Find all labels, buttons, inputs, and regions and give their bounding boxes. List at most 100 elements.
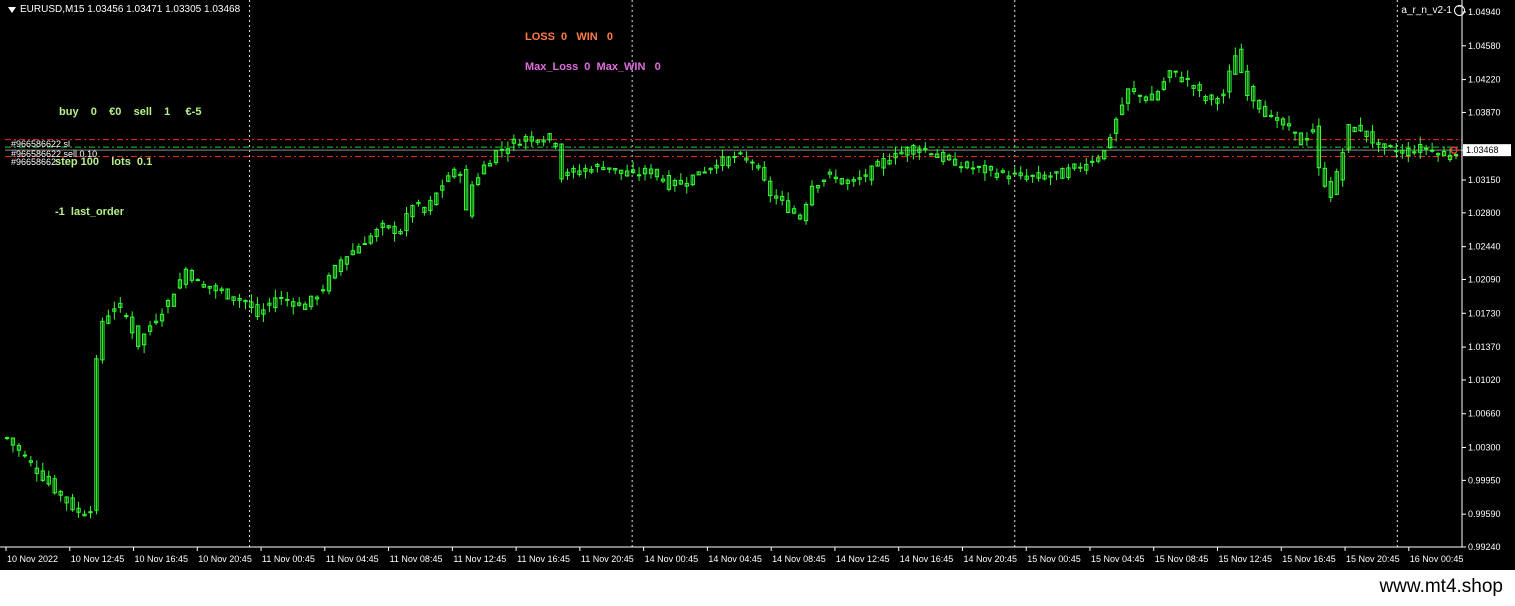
candle (1066, 163, 1071, 180)
time-tick-label: 10 Nov 16:45 (135, 554, 189, 564)
candle (285, 291, 290, 307)
candle (911, 143, 916, 160)
time-tick-label: 14 Nov 00:45 (645, 554, 699, 564)
candle (1137, 94, 1143, 104)
candle (1245, 64, 1250, 101)
candle (547, 132, 552, 143)
candle (34, 460, 39, 482)
candle (147, 320, 153, 336)
candle-body (1012, 172, 1017, 175)
candle (1263, 100, 1268, 118)
chart-window[interactable]: 1.04940 1.04580 1.04220 1.03870 1.03150 1.028… (0, 0, 1515, 570)
time-tick-label: 11 Nov 20:45 (581, 554, 634, 564)
candle (535, 139, 540, 146)
candle (1233, 47, 1238, 75)
candle (1358, 117, 1363, 133)
candle (809, 180, 815, 207)
candle (201, 281, 206, 289)
candle (28, 455, 33, 467)
candle (1155, 89, 1160, 102)
candle (791, 205, 797, 215)
candle-body (738, 152, 743, 155)
candle (1072, 163, 1077, 171)
time-tick-label: 14 Nov 12:45 (836, 554, 890, 564)
candle (273, 289, 278, 313)
max-loss-win-stats: Max_Loss 0 Max_WIN 0 (525, 61, 661, 73)
candle (529, 131, 534, 148)
loss-win-stats: LOSS 0 WIN 0 (525, 31, 614, 43)
candle (952, 152, 958, 166)
order-lines (5, 139, 1462, 158)
candle (1382, 143, 1387, 155)
candle (1006, 170, 1011, 185)
footer-site-text: www.mt4.shop (1379, 576, 1503, 597)
candle (326, 272, 332, 295)
candle (1018, 166, 1023, 180)
step-lots-info: step 100 lots 0.1 (55, 156, 153, 168)
order-tp-label[interactable]: #96658662 (11, 157, 56, 167)
candle (684, 177, 689, 194)
expert-advisor-label[interactable]: a_r_n_v2-1 ‾ (1401, 5, 1465, 16)
candle (929, 152, 934, 156)
axes: 1.04940 1.04580 1.04220 1.03870 1.03150 1.028… (0, 0, 1511, 564)
buy-sell-summary: buy 0 €0 sell 1 €-5 (59, 106, 202, 118)
candle-body (499, 148, 505, 151)
time-tick-label: 14 Nov 16:45 (900, 554, 954, 564)
menu-triangle-icon[interactable] (8, 6, 16, 13)
candle (493, 149, 499, 166)
candle (1131, 81, 1137, 95)
candle-body (1424, 147, 1429, 150)
candle (625, 164, 630, 177)
candle (750, 159, 755, 171)
candle (303, 301, 308, 311)
time-tick-label: 15 Nov 16:45 (1282, 554, 1336, 564)
candle (577, 164, 582, 177)
order-sl-label[interactable]: #966586622 sl (11, 139, 70, 149)
time-tick-label: 11 Nov 12:45 (453, 554, 506, 564)
candle (1179, 71, 1184, 83)
candle (511, 134, 516, 151)
price-chart[interactable]: 1.04940 1.04580 1.04220 1.03870 1.03150 1.028… (0, 0, 1515, 570)
candle (833, 169, 838, 184)
candle-body (1453, 153, 1459, 156)
price-tick-label: 1.04580 (1468, 41, 1501, 51)
candle (428, 195, 433, 216)
candle (22, 450, 28, 458)
candle (1328, 177, 1333, 203)
candle (875, 159, 880, 167)
candle-body (958, 166, 964, 169)
candle (553, 142, 558, 150)
price-tick-label: 1.03150 (1468, 175, 1501, 185)
candle (565, 168, 570, 180)
candle-body (195, 279, 200, 282)
candle (58, 490, 63, 502)
candle (142, 333, 147, 354)
candle (827, 168, 833, 179)
candle (988, 165, 994, 177)
price-tick-label: 1.01370 (1468, 342, 1501, 352)
candle (64, 496, 69, 511)
candle (416, 199, 421, 207)
candle (112, 301, 117, 320)
candle (76, 501, 81, 518)
candle-body (750, 161, 755, 164)
candles (4, 43, 1459, 519)
candle (1048, 171, 1053, 186)
candle (648, 164, 654, 179)
candle (1209, 93, 1214, 106)
candle (446, 172, 451, 183)
candle (82, 510, 87, 517)
candle (297, 297, 302, 307)
candle (601, 161, 606, 171)
candle (797, 213, 803, 221)
candle (708, 167, 713, 174)
candle (756, 163, 761, 171)
price-tick-label: 1.02090 (1468, 275, 1501, 285)
time-tick-label: 14 Nov 08:45 (772, 554, 826, 564)
current-price-label: 1.03468 (1466, 145, 1499, 155)
candle (672, 178, 677, 192)
candle (1000, 168, 1005, 174)
candle (255, 297, 260, 321)
candle-body (976, 165, 982, 168)
candle (368, 233, 373, 246)
